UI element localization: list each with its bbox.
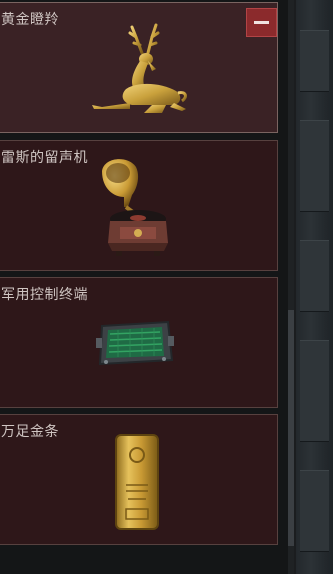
item-name: 黄金瞪羚 <box>1 12 59 28</box>
inventory-card-gramophone[interactable]: 雷斯的留声机 <box>0 140 278 271</box>
scrollbar-thumb[interactable] <box>288 310 294 546</box>
gramophone-icon <box>102 159 168 256</box>
item-name: 雷斯的留声机 <box>1 150 88 166</box>
golden-gazelle-statue-icon <box>92 23 187 113</box>
gold-bar-icon <box>115 434 159 530</box>
inventory-card-gold-bar[interactable]: 万足金条 <box>0 414 278 545</box>
item-name: 军用控制终端 <box>1 287 88 303</box>
military-control-terminal-icon <box>96 320 174 366</box>
background-panel <box>300 470 329 552</box>
background-panel <box>300 30 329 92</box>
inventory-panel: 黄金瞪羚 雷斯的留声机 军用控制终端 万足金条 <box>0 0 288 574</box>
inventory-card-golden-gazelle[interactable]: 黄金瞪羚 <box>0 2 278 133</box>
background-panel <box>300 340 329 442</box>
background-panel <box>300 240 329 312</box>
inventory-card-military-terminal[interactable]: 军用控制终端 <box>0 277 278 408</box>
background-scene <box>296 0 333 574</box>
minus-icon <box>254 21 269 24</box>
background-panel <box>300 120 329 212</box>
item-name: 万足金条 <box>1 424 59 440</box>
remove-button[interactable] <box>246 8 277 37</box>
